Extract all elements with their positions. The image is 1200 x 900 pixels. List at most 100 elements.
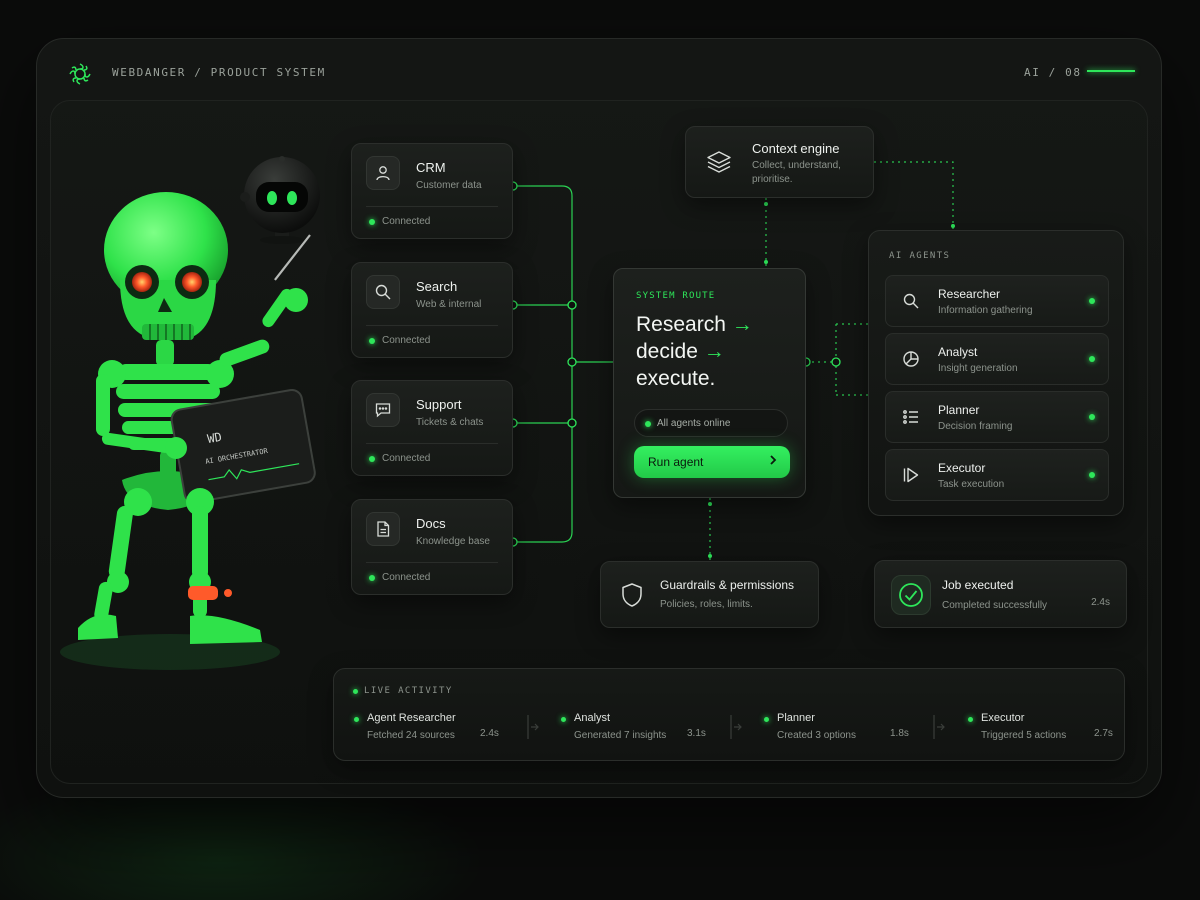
status-dot (645, 421, 651, 427)
source-subtitle: Customer data (416, 180, 482, 191)
live-activity-panel: LIVE ACTIVITY Agent Researcher Fetched 2… (333, 668, 1125, 761)
run-agent-button[interactable]: Run agent (634, 446, 790, 478)
job-title: Job executed (942, 578, 1014, 592)
divider (366, 325, 498, 326)
skull-icon (104, 192, 228, 340)
divider (366, 443, 498, 444)
activity-time: 3.1s (687, 728, 706, 739)
search-icon (366, 275, 400, 309)
source-title: Docs (416, 516, 446, 531)
document-icon (366, 512, 400, 546)
agent-desc: Task execution (938, 479, 1005, 490)
job-executed-card: Job executed Completed successfully 2.4s (874, 560, 1127, 628)
ai-agents-panel: AI AGENTS Researcher Information gatheri… (868, 230, 1124, 516)
route-label: SYSTEM ROUTE (636, 291, 716, 301)
skeleton-illustration: WD AI ORCHESTRATOR (60, 156, 320, 670)
chevron-right-icon (768, 454, 778, 469)
route-line-research: Research → (636, 311, 753, 338)
route-line-execute: execute. (636, 367, 716, 390)
agent-desc: Information gathering (938, 305, 1033, 316)
source-card-support[interactable]: Support Tickets & chats Connected (351, 380, 513, 476)
agent-name: Executor (938, 461, 986, 475)
status-dot (369, 219, 375, 225)
agent-desc: Decision framing (938, 421, 1013, 432)
status-dot (764, 717, 769, 722)
route-line-decide: decide → (636, 338, 725, 365)
step-arrow-icon (527, 715, 539, 739)
status-dot (369, 575, 375, 581)
source-card-docs[interactable]: Docs Knowledge base Connected (351, 499, 513, 595)
source-title: CRM (416, 160, 446, 175)
context-engine-subtitle: Collect, understand, prioritise. (752, 160, 841, 185)
agents-status-text: All agents online (657, 418, 731, 429)
chat-icon (366, 393, 400, 427)
status-dot (369, 456, 375, 462)
guardrails-title: Guardrails & permissions (660, 578, 795, 592)
arrow-right-icon: → (703, 340, 725, 363)
context-engine-card[interactable]: Context engine Collect, understand, prio… (685, 126, 874, 198)
agent-item-planner[interactable]: Planner Decision framing (885, 391, 1109, 443)
source-status: Connected (382, 335, 431, 346)
agent-item-analyst[interactable]: Analyst Insight generation (885, 333, 1109, 385)
check-circle-icon (891, 575, 931, 615)
activity-item: Analyst Generated 7 insights 3.1s (561, 711, 751, 751)
activity-desc: Generated 7 insights (574, 730, 667, 741)
status-dot (1089, 356, 1095, 362)
system-route-card: SYSTEM ROUTE Research → decide → execute… (613, 268, 806, 498)
status-dot (1089, 298, 1095, 304)
agent-item-researcher[interactable]: Researcher Information gathering (885, 275, 1109, 327)
source-status: Connected (382, 216, 431, 227)
status-dot (369, 338, 375, 344)
job-duration: 2.4s (1091, 597, 1110, 608)
activity-label: LIVE ACTIVITY (364, 686, 453, 696)
status-dot (1089, 414, 1095, 420)
agents-panel-label: AI AGENTS (889, 251, 951, 261)
layers-icon (704, 147, 734, 177)
tablet-logo: WD (206, 430, 223, 446)
shield-icon (615, 578, 649, 612)
status-dot (353, 689, 358, 694)
activity-name: Executor (981, 712, 1025, 724)
robot-helper-icon (240, 156, 320, 244)
status-dot (968, 717, 973, 722)
guardrails-card[interactable]: Guardrails & permissions Policies, roles… (600, 561, 819, 628)
status-dot (354, 717, 359, 722)
source-card-search[interactable]: Search Web & internal Connected (351, 262, 513, 358)
agent-name: Researcher (938, 287, 1001, 301)
activity-item: Planner Created 3 options 1.8s (764, 711, 954, 751)
divider (366, 206, 498, 207)
step-arrow-icon (933, 715, 945, 739)
source-status: Connected (382, 572, 431, 583)
source-title: Support (416, 397, 462, 412)
play-forward-icon (900, 464, 922, 486)
guardrails-subtitle: Policies, roles, limits. (660, 599, 753, 610)
source-status: Connected (382, 453, 431, 464)
activity-time: 2.7s (1094, 728, 1113, 739)
search-icon (900, 290, 922, 312)
activity-name: Planner (777, 712, 815, 724)
pie-chart-icon (900, 348, 922, 370)
source-card-crm[interactable]: CRM Customer data Connected (351, 143, 513, 239)
source-subtitle: Tickets & chats (416, 417, 484, 428)
activity-item: Agent Researcher Fetched 24 sources 2.4s (354, 711, 544, 751)
agent-item-executor[interactable]: Executor Task execution (885, 449, 1109, 501)
activity-name: Agent Researcher (367, 712, 456, 724)
user-icon (366, 156, 400, 190)
activity-time: 2.4s (480, 728, 499, 739)
run-agent-label: Run agent (648, 455, 704, 469)
job-subtitle: Completed successfully (942, 600, 1048, 611)
agents-status-pill: All agents online (634, 409, 788, 437)
arrow-right-icon: → (731, 313, 753, 336)
step-arrow-icon (730, 715, 742, 739)
activity-desc: Triggered 5 actions (981, 730, 1067, 741)
activity-desc: Fetched 24 sources (367, 730, 455, 741)
context-engine-title: Context engine (752, 141, 840, 156)
activity-name: Analyst (574, 712, 611, 724)
activity-desc: Created 3 options (777, 730, 856, 741)
divider (366, 562, 498, 563)
list-icon (900, 406, 922, 428)
agent-desc: Insight generation (938, 363, 1018, 374)
agent-name: Analyst (938, 345, 978, 359)
status-dot (561, 717, 566, 722)
source-title: Search (416, 279, 458, 294)
